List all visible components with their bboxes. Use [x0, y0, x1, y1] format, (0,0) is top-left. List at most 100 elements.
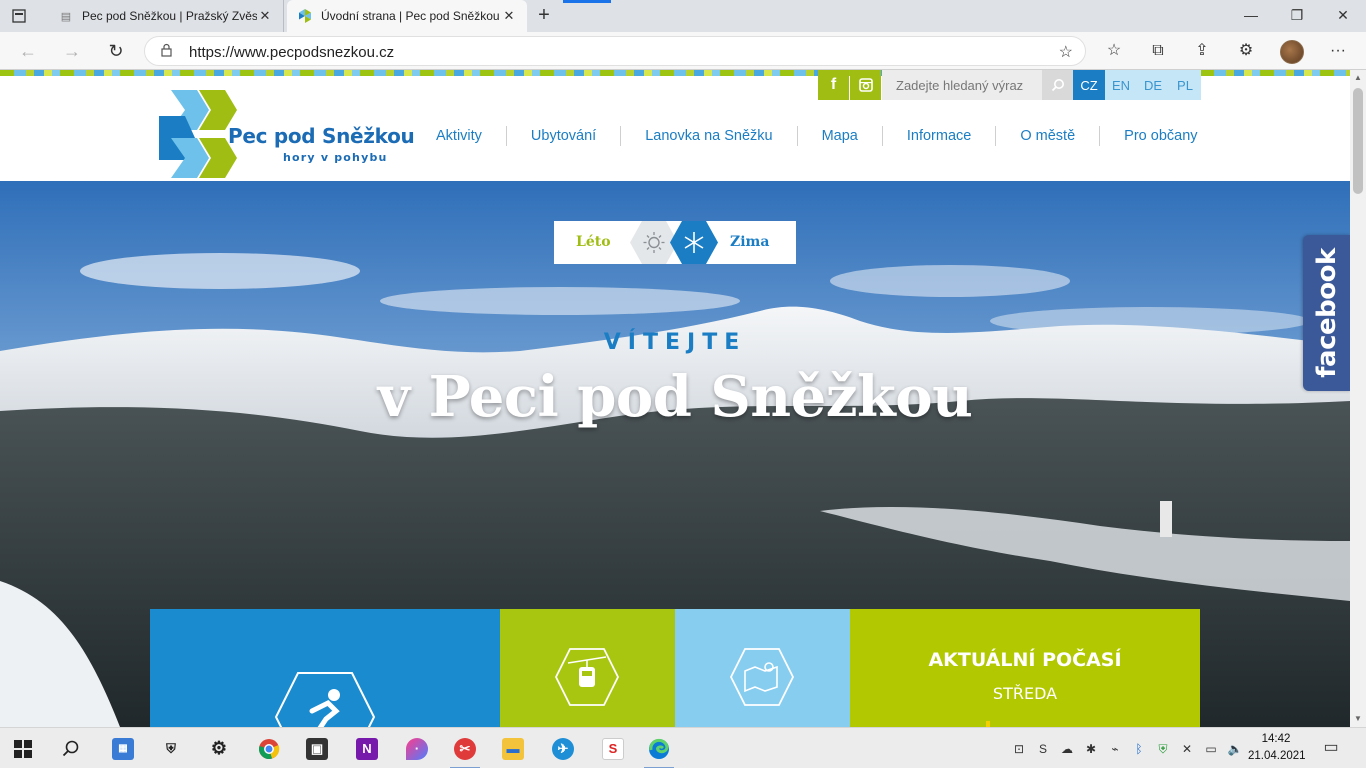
store-icon[interactable]: ▣ — [294, 728, 340, 768]
favorites-icon[interactable]: ☆ — [1102, 41, 1126, 63]
logo-title[interactable]: Pec pod Sněžkou — [228, 124, 415, 148]
lang-en[interactable]: EN — [1105, 70, 1137, 100]
tab-loading-indicator — [563, 0, 611, 3]
network-off-icon[interactable]: ✕ — [1178, 740, 1196, 758]
nav-mapa[interactable]: Mapa — [798, 128, 882, 144]
bluetooth-icon[interactable]: ᛒ — [1130, 740, 1148, 758]
more-options-icon[interactable]: ··· — [1326, 41, 1350, 63]
season-summer-button[interactable]: Léto — [576, 234, 611, 250]
tile-skiing[interactable] — [150, 609, 500, 727]
tile-weather[interactable]: AKTUÁLNÍ POČASÍ STŘEDA — [850, 609, 1200, 727]
nav-pro-obcany[interactable]: Pro občany — [1100, 128, 1221, 144]
search-box — [882, 70, 1074, 100]
lang-de[interactable]: DE — [1137, 70, 1169, 100]
security-shield-icon[interactable]: ⛨ — [148, 728, 194, 768]
refresh-icon[interactable]: ↻ — [104, 40, 128, 62]
windows-taskbar: ▦ ⛨ ⚙ ▣ N · ✂ ▬ ✈ S ⊡ S ☁ ✱ ⌁ ᛒ ⛨ ✕ ▭ 🔈 … — [0, 727, 1366, 768]
tray-s-icon[interactable]: S — [1034, 740, 1052, 758]
edge-browser-icon[interactable] — [636, 728, 682, 768]
onenote-icon[interactable]: N — [344, 728, 390, 768]
security-tray-icon[interactable]: ⛨ — [1154, 740, 1172, 758]
system-clock[interactable]: 14:42 21.04.2021 — [1248, 731, 1306, 765]
cable-car-icon — [554, 648, 620, 706]
nav-aktivity[interactable]: Aktivity — [424, 128, 506, 144]
map-icon — [729, 648, 795, 706]
season-switch: Léto Zima — [554, 221, 796, 264]
close-icon[interactable]: ✕ — [501, 8, 517, 24]
browser-tab-inactive[interactable]: ▤ Pec pod Sněžkou | Pražský Zvěst ✕ — [48, 0, 284, 32]
share-icon[interactable]: ⇪ — [1190, 41, 1214, 63]
cloud-icon[interactable]: ☁ — [1058, 740, 1076, 758]
task-view-icon[interactable]: ▦ — [100, 728, 146, 768]
lock-icon[interactable] — [161, 43, 172, 60]
search-input[interactable] — [882, 70, 1042, 100]
tab-title: Úvodní strana | Pec pod Sněžkou — [321, 9, 500, 23]
logo-tagline: hory v pohybu — [283, 151, 388, 164]
season-winter-button[interactable]: Zima — [730, 234, 769, 250]
tab-title: Pec pod Sněžkou | Pražský Zvěst — [82, 9, 257, 23]
browser-tab-active[interactable]: Úvodní strana | Pec pod Sněžkou ✕ — [287, 0, 527, 32]
address-bar[interactable]: https://www.pecpodsnezkou.cz ☆ — [144, 36, 1086, 66]
nav-informace[interactable]: Informace — [883, 128, 995, 144]
tile-map[interactable] — [675, 609, 850, 727]
windows-start-icon[interactable] — [0, 728, 46, 768]
weather-title: AKTUÁLNÍ POČASÍ — [928, 649, 1122, 671]
close-window-button[interactable]: ✕ — [1320, 0, 1366, 30]
instagram-icon[interactable] — [850, 70, 881, 100]
hero-section: Léto Zima VÍTEJTE v Peci pod Sněžkou fac… — [0, 181, 1350, 727]
browser-tab-bar: ▤ Pec pod Sněžkou | Pražský Zvěst ✕ Úvod… — [0, 0, 1366, 32]
lang-pl[interactable]: PL — [1169, 70, 1201, 100]
scroll-down-icon[interactable]: ▼ — [1350, 711, 1366, 727]
tile-cable-car[interactable] — [500, 609, 675, 727]
forward-arrow-icon[interactable]: → — [60, 40, 84, 62]
notifications-icon[interactable]: ▭ — [1322, 739, 1340, 757]
site-header: Pec pod Sněžkou hory v pohybu f CZ EN DE… — [0, 70, 1350, 181]
search-icon[interactable] — [48, 728, 94, 768]
extensions-icon[interactable]: ⚙ — [1234, 41, 1258, 63]
collections-icon[interactable]: ⧉ — [1146, 41, 1170, 63]
site-favicon-icon — [297, 8, 313, 24]
app-s-icon[interactable]: S — [590, 728, 636, 768]
settings-gear-icon[interactable]: ⚙ — [196, 728, 242, 768]
nav-ubytovani[interactable]: Ubytování — [507, 128, 620, 144]
main-navigation: Aktivity Ubytování Lanovka na Sněžku Map… — [424, 126, 1222, 146]
weather-day: STŘEDA — [992, 684, 1058, 703]
facebook-icon[interactable]: f — [818, 70, 849, 100]
facebook-side-label: facebook — [1312, 248, 1342, 378]
file-explorer-icon[interactable]: ▬ — [490, 728, 536, 768]
scroll-thumb[interactable] — [1353, 88, 1363, 194]
back-arrow-icon[interactable]: ← — [16, 40, 40, 62]
url-text[interactable]: https://www.pecpodsnezkou.cz — [189, 44, 394, 61]
volume-icon[interactable]: 🔈 — [1226, 740, 1244, 758]
messaging-app-icon[interactable]: ✈ — [540, 728, 586, 768]
new-tab-button[interactable]: + — [532, 5, 556, 27]
newspaper-icon: ▤ — [60, 10, 72, 23]
tray-app-icon[interactable]: ⊡ — [1010, 740, 1028, 758]
skier-icon — [274, 672, 376, 727]
tab-actions-icon[interactable] — [8, 6, 30, 26]
webpage: Pec pod Sněžkou hory v pohybu f CZ EN DE… — [0, 70, 1350, 727]
lang-cz[interactable]: CZ — [1073, 70, 1105, 100]
profile-avatar[interactable] — [1280, 40, 1304, 64]
add-favorite-icon[interactable]: ☆ — [1059, 42, 1073, 62]
clock-date: 21.04.2021 — [1248, 750, 1306, 762]
search-icon[interactable] — [1042, 70, 1074, 100]
network-icon[interactable]: ▭ — [1202, 740, 1220, 758]
maximize-button[interactable]: ❐ — [1274, 0, 1320, 30]
minimize-button[interactable]: — — [1228, 0, 1274, 30]
snipping-tool-icon[interactable]: ✂ — [442, 728, 488, 768]
hero-welcome-label: VÍTEJTE — [603, 330, 747, 355]
nav-lanovka[interactable]: Lanovka na Sněžku — [621, 128, 796, 144]
tray-misc-icon[interactable]: ⌁ — [1106, 740, 1124, 758]
close-icon[interactable]: ✕ — [257, 8, 273, 24]
page-scrollbar[interactable]: ▲ ▼ — [1350, 70, 1366, 727]
tray-bug-icon[interactable]: ✱ — [1082, 740, 1100, 758]
nav-o-meste[interactable]: O městě — [996, 128, 1099, 144]
snowflake-icon[interactable] — [670, 221, 718, 264]
chrome-icon[interactable] — [246, 728, 292, 768]
browser-toolbar: ← → ↻ https://www.pecpodsnezkou.cz ☆ ☆ ⧉… — [0, 32, 1366, 70]
clock-time: 14:42 — [1261, 733, 1291, 745]
scroll-up-icon[interactable]: ▲ — [1350, 70, 1366, 86]
paint-drop-icon[interactable]: · — [394, 728, 440, 768]
facebook-side-button[interactable]: facebook — [1303, 235, 1350, 391]
